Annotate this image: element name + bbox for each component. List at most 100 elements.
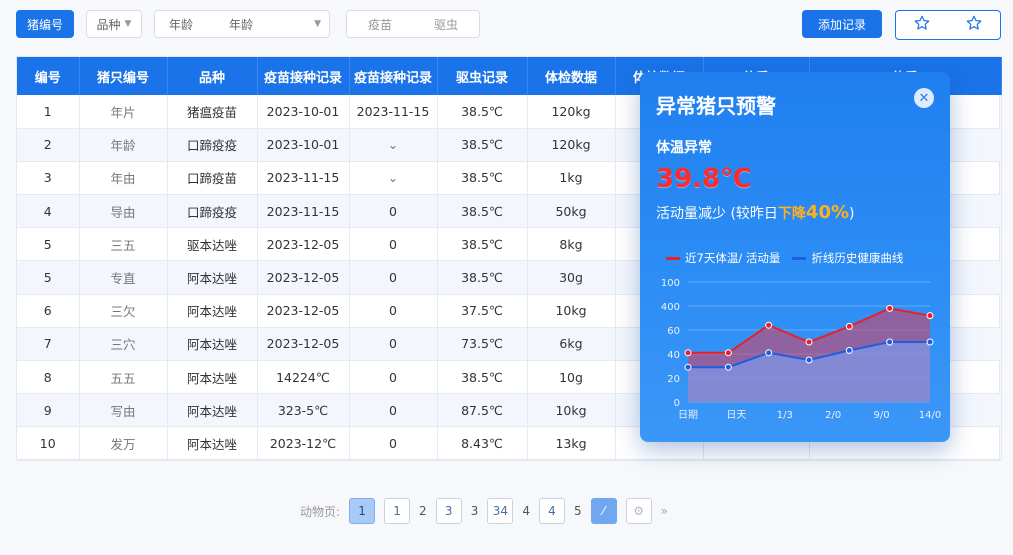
data-point xyxy=(845,322,853,330)
alert-title: 异常猪只预警 xyxy=(656,94,776,118)
chevron-down-icon: ▼ xyxy=(124,19,132,29)
table-cell: 0 xyxy=(349,294,438,328)
add-record-button[interactable]: 添加记录 xyxy=(802,10,882,38)
page-button[interactable]: 4 xyxy=(538,498,565,524)
page-button[interactable]: 5 xyxy=(574,498,582,524)
table-cell: 口蹄疫苗 xyxy=(167,161,258,196)
legend-item-red: 近7天体温/ 活动量 xyxy=(666,250,780,266)
table-cell: 120kg xyxy=(527,128,616,162)
table-cell: 口蹄疫疫 xyxy=(167,128,258,162)
table-cell: 8.43℃ xyxy=(437,426,528,461)
table-cell: 2023-12℃ xyxy=(257,426,350,461)
header-cell[interactable]: 猪只编号 xyxy=(79,57,168,95)
y-tick-label: 400 xyxy=(661,302,680,313)
table-cell: 阿本达唑 xyxy=(167,393,258,428)
x-tick-label: 日期 xyxy=(678,409,698,421)
table-cell: 2023-10-01 xyxy=(257,128,350,162)
next-page-button[interactable]: » xyxy=(661,498,668,524)
x-tick-label: 1/3 xyxy=(777,410,793,421)
header-cell[interactable]: 体检数据 xyxy=(527,57,616,95)
page-button[interactable]: 3 xyxy=(471,498,479,524)
table-cell: 三五 xyxy=(79,227,168,262)
table-cell: 1kg xyxy=(527,161,616,196)
table-cell: 年片 xyxy=(79,95,168,129)
table-cell: 2023-11-15 xyxy=(257,194,350,229)
page-button[interactable]: 1 xyxy=(384,498,411,524)
header-cell[interactable]: 品种 xyxy=(167,57,258,95)
table-cell: 阿本达唑 xyxy=(167,294,258,328)
header-cell[interactable]: 编号 xyxy=(17,57,80,95)
toolbar: 猪编号 品种 ▼ 年龄 年龄 ▼ 疫苗 驱虫 添加记录 xyxy=(16,10,1001,40)
table-cell: 10 xyxy=(17,426,80,461)
vaccine-filter-tab[interactable]: 疫苗 xyxy=(347,16,413,33)
table-cell: 2023-11-15 xyxy=(257,161,350,196)
table-cell: 驱本达唑 xyxy=(167,227,258,262)
data-point xyxy=(805,338,813,346)
activity-drop: 下降 xyxy=(777,206,806,222)
favorite-group xyxy=(895,10,1001,40)
data-point xyxy=(926,338,934,346)
y-tick-label: 60 xyxy=(667,326,680,337)
table-cell: 2023-10-01 xyxy=(257,95,350,129)
age-select-label-b: 年龄 xyxy=(229,17,254,32)
table-cell: 阿本达唑 xyxy=(167,260,258,295)
health-trend-chart: 0 20 40 60 400 100 日期 日天 1/3 2/0 9/0 14/0 xyxy=(661,278,941,421)
table-cell: 0 xyxy=(349,260,438,295)
table-cell: 120kg xyxy=(527,95,616,129)
table-cell: 导由 xyxy=(79,194,168,229)
page-button[interactable]: 2 xyxy=(419,498,427,524)
breed-select[interactable]: 品种 ▼ xyxy=(86,10,142,38)
star-icon[interactable] xyxy=(965,14,983,36)
table-cell: 猪瘟疫苗 xyxy=(167,95,258,129)
table-cell: 38.5℃ xyxy=(437,161,528,196)
table-cell: 13kg xyxy=(527,426,616,461)
settings-icon[interactable]: ⚙ xyxy=(625,498,652,524)
table-cell: 年龄 xyxy=(79,128,168,162)
table-cell: 2 xyxy=(17,128,80,162)
x-tick-label: 14/0 xyxy=(919,410,941,421)
activity-pct: 40% xyxy=(805,202,850,223)
table-cell: 38.5℃ xyxy=(437,128,528,162)
page-button[interactable]: 34 xyxy=(487,498,514,524)
data-point xyxy=(724,363,732,371)
age-select[interactable]: 年龄 年龄 ▼ xyxy=(154,10,330,38)
table-cell: 发万 xyxy=(79,426,168,461)
pagination: 动物页: 1 1 2 3 3 34 4 4 5 ⁄ ⚙ » xyxy=(300,498,668,524)
table-cell: 阿本达唑 xyxy=(167,327,258,362)
table-cell: 三欠 xyxy=(79,294,168,328)
table-cell: 8 xyxy=(17,360,80,395)
header-cell[interactable]: 疫苗接种记录 xyxy=(349,57,438,95)
chart-legend: 近7天体温/ 活动量 折线历史健康曲线 xyxy=(666,250,903,266)
current-page-button[interactable]: ⁄ xyxy=(590,498,617,524)
abnormal-pig-alert: 异常猪只预警 ✕ 体温异常 39.8℃ 活动量减少 (较昨日下降40%) 近7天… xyxy=(640,72,950,442)
table-cell: 0 xyxy=(349,360,438,395)
table-cell: 写由 xyxy=(79,393,168,428)
table-cell: 2023-12-05 xyxy=(257,327,350,362)
deworm-filter-tab[interactable]: 驱虫 xyxy=(413,16,479,33)
temp-value: 39.8℃ xyxy=(656,164,752,194)
table-cell: 2023-12-05 xyxy=(257,227,350,262)
table-cell: 0 xyxy=(349,194,438,229)
table-cell: 9 xyxy=(17,393,80,428)
table-cell: 0 xyxy=(349,393,438,428)
table-cell: 年由 xyxy=(79,161,168,196)
table-cell: 0 xyxy=(349,227,438,262)
header-cell[interactable]: 疫苗接种记录 xyxy=(257,57,350,95)
star-outline-icon[interactable] xyxy=(913,14,931,36)
table-cell: 2023-12-05 xyxy=(257,294,350,328)
table-cell: 7 xyxy=(17,327,80,362)
page-button[interactable]: 4 xyxy=(522,498,530,524)
page-button[interactable]: 3 xyxy=(435,498,462,524)
data-point xyxy=(684,363,692,371)
table-cell: 37.5℃ xyxy=(437,294,528,328)
header-cell[interactable]: 驱虫记录 xyxy=(437,57,528,95)
table-cell: 14224℃ xyxy=(257,360,350,395)
legend-swatch xyxy=(666,257,680,260)
page-button[interactable]: 1 xyxy=(349,498,376,524)
table-cell: 73.5℃ xyxy=(437,327,528,362)
table-cell: 专直 xyxy=(79,260,168,295)
pagination-label: 动物页: xyxy=(300,504,341,519)
filter-button[interactable]: 猪编号 xyxy=(16,10,74,38)
legend-item-blue: 折线历史健康曲线 xyxy=(792,250,903,266)
close-icon[interactable]: ✕ xyxy=(914,88,934,108)
